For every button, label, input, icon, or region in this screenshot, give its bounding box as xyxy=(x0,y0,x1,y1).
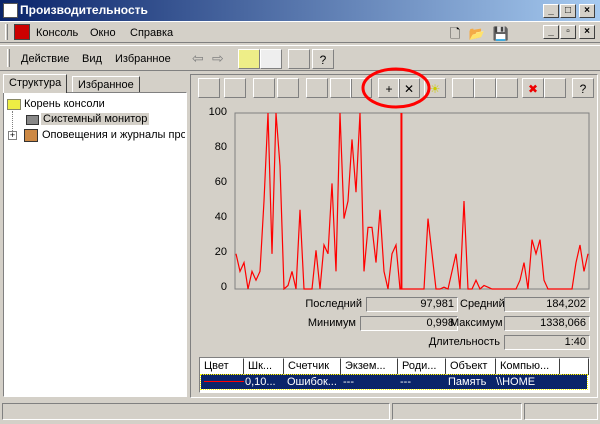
menu-action[interactable]: Действие xyxy=(21,53,69,65)
column-header[interactable]: Шк... xyxy=(244,358,284,375)
legend-parent: --- xyxy=(400,376,411,388)
legend-computer: \\HOME xyxy=(496,376,536,388)
duration-label: Длительность xyxy=(428,336,500,348)
min-value: 0,998 xyxy=(360,316,458,331)
alerts-icon xyxy=(24,129,38,142)
properties-icon[interactable] xyxy=(496,78,518,98)
counter-line xyxy=(235,112,589,290)
copy-properties-icon[interactable] xyxy=(452,78,474,98)
y-tick-label: 20 xyxy=(214,246,227,258)
tree-item-system-monitor[interactable]: Системный монитор xyxy=(41,113,150,125)
menu-console[interactable]: Консоль xyxy=(36,27,78,39)
tree-item-root[interactable]: Корень консоли xyxy=(24,98,105,110)
maximize-button[interactable]: □ xyxy=(560,4,576,18)
last-value: 97,981 xyxy=(366,297,458,312)
close-button[interactable]: × xyxy=(579,4,595,18)
column-header-empty xyxy=(560,358,589,375)
paste-counter-list-icon[interactable] xyxy=(474,78,496,98)
forward-icon[interactable]: ⇨ xyxy=(212,50,224,67)
up-level-icon[interactable] xyxy=(238,49,260,69)
legend-object: Память xyxy=(448,376,487,388)
y-tick-label: 100 xyxy=(208,106,227,118)
graph-plot xyxy=(234,112,590,290)
view-histogram-icon[interactable] xyxy=(330,78,352,98)
folder-icon xyxy=(7,99,21,110)
monitor-icon xyxy=(26,115,39,125)
tab-tree[interactable]: Структура xyxy=(3,74,68,93)
status-bar-panel xyxy=(524,403,598,420)
show-tree-icon[interactable] xyxy=(260,49,282,69)
column-header[interactable]: Цвет xyxy=(200,358,244,375)
help-icon[interactable]: ? xyxy=(572,78,594,98)
properties-icon[interactable] xyxy=(288,49,310,69)
app-icon xyxy=(3,3,18,18)
y-tick-label: 40 xyxy=(214,211,227,223)
plot-frame xyxy=(234,112,590,290)
child-minimize[interactable]: _ xyxy=(543,25,559,39)
child-restore[interactable]: ▫ xyxy=(560,25,576,39)
y-tick-label: 0 xyxy=(220,281,227,293)
legend-counter: Ошибок... xyxy=(287,376,337,388)
minimize-button[interactable]: _ xyxy=(543,4,559,18)
last-label: Последний xyxy=(305,298,362,310)
avg-value: 184,202 xyxy=(504,297,590,312)
column-header[interactable]: Объект xyxy=(446,358,496,375)
view-log-data-icon[interactable] xyxy=(277,78,299,98)
view-graph-icon[interactable] xyxy=(306,78,328,98)
min-label: Минимум xyxy=(307,317,356,329)
y-tick-label: 60 xyxy=(214,176,227,188)
menu-favorites[interactable]: Избранное xyxy=(115,53,171,65)
grip[interactable] xyxy=(7,49,10,67)
view-current-activity-icon[interactable] xyxy=(253,78,275,98)
column-header[interactable]: Компью... xyxy=(496,358,560,375)
menu-help[interactable]: Справка xyxy=(130,27,173,39)
console-toolbar-icons[interactable]: 🗋📂💾 xyxy=(450,25,517,47)
back-icon[interactable]: ⇦ xyxy=(192,50,204,67)
console-icon xyxy=(14,24,30,40)
legend-instance: --- xyxy=(343,376,354,388)
avg-label: Средний xyxy=(460,298,505,310)
legend-color-swatch xyxy=(204,381,244,382)
expand-icon[interactable]: + xyxy=(8,131,17,140)
grip[interactable] xyxy=(5,24,8,40)
menu-view[interactable]: Вид xyxy=(82,53,102,65)
column-header[interactable]: Роди... xyxy=(398,358,446,375)
clear-display-icon[interactable] xyxy=(224,78,246,98)
child-close[interactable]: × xyxy=(579,25,595,39)
max-label: Максимум xyxy=(450,317,503,329)
title-bar: Производительность xyxy=(0,0,600,21)
column-header[interactable]: Экзем... xyxy=(341,358,398,375)
annotation-circle xyxy=(361,67,431,109)
new-counter-set-icon[interactable] xyxy=(198,78,220,98)
column-header[interactable]: Счетчик xyxy=(284,358,341,375)
legend-scale: 0,10... xyxy=(245,376,276,388)
status-bar-panel xyxy=(392,403,522,420)
duration-value: 1:40 xyxy=(504,335,590,350)
freeze-display-icon[interactable]: ✖ xyxy=(522,78,544,98)
help-icon[interactable]: ? xyxy=(312,49,334,69)
update-data-icon[interactable] xyxy=(544,78,566,98)
menu-window[interactable]: Окно xyxy=(90,27,116,39)
tree-item-alerts[interactable]: Оповещения и журналы прои xyxy=(42,129,185,141)
max-value: 1338,066 xyxy=(504,316,590,331)
status-bar-main xyxy=(2,403,390,420)
y-tick-label: 80 xyxy=(214,141,227,153)
